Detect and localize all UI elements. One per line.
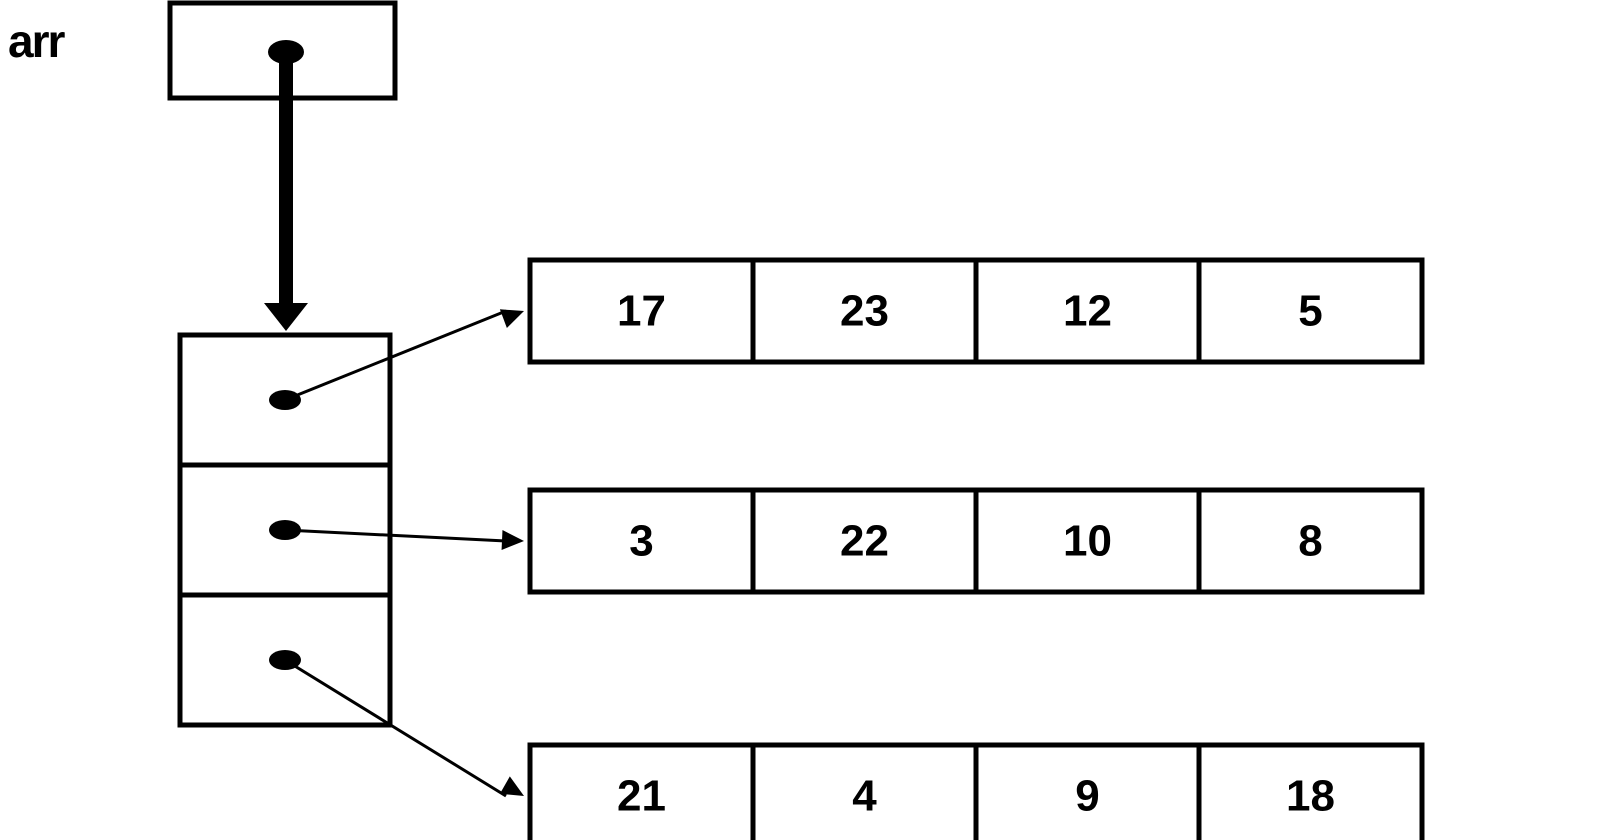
row-2-cell-0: 21 xyxy=(617,772,666,821)
row-2-cell-2: 9 xyxy=(1075,772,1099,821)
arr-label: arr xyxy=(8,14,63,68)
row-2-cell-3: 18 xyxy=(1286,772,1335,821)
row-1-cell-1: 22 xyxy=(840,517,889,566)
row-0-cell-0: 17 xyxy=(617,287,666,336)
row-2-cell-1: 4 xyxy=(852,772,877,821)
row-1-cell-0: 3 xyxy=(629,517,653,566)
row-1-cell-3: 8 xyxy=(1298,517,1322,566)
row-0-cell-1: 23 xyxy=(840,287,889,336)
diagram-svg: 17 23 12 5 3 22 10 8 21 4 9 18 xyxy=(0,0,1600,840)
row-0-cell-2: 12 xyxy=(1063,287,1112,336)
row-1-cell-2: 10 xyxy=(1063,517,1112,566)
row-0-cell-3: 5 xyxy=(1298,287,1322,336)
